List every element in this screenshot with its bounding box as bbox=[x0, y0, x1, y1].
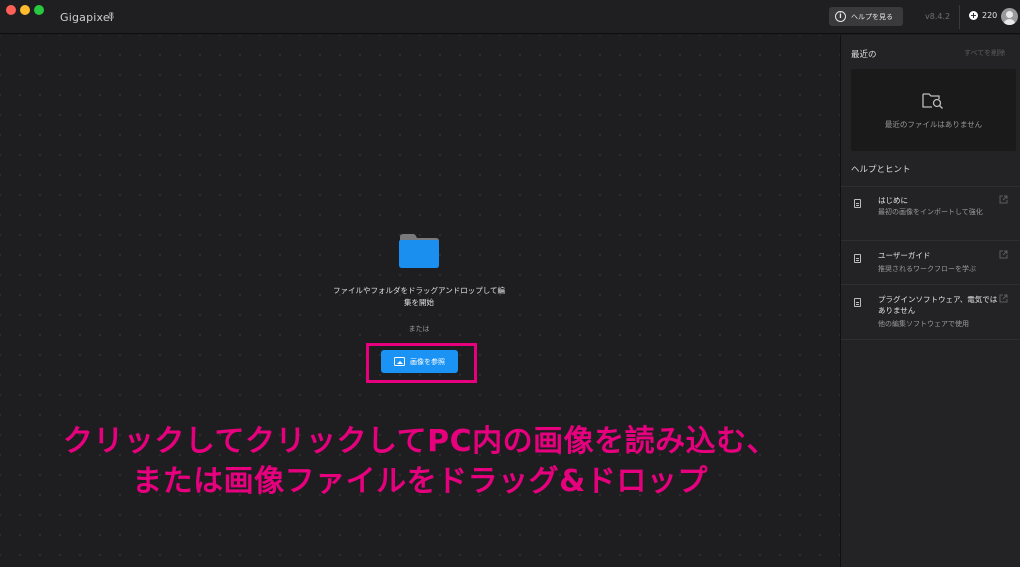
browse-button-label: 画像を参照 bbox=[410, 357, 445, 366]
titlebar-divider bbox=[959, 5, 960, 29]
annotation-line-2: または画像ファイルをドラッグ&ドロップ bbox=[132, 464, 708, 499]
divider bbox=[841, 240, 1020, 241]
help-item-description: 推奨されるワークフローを学ぶ bbox=[878, 265, 976, 273]
window-close-button[interactable] bbox=[6, 5, 16, 15]
external-link-icon bbox=[999, 250, 1008, 259]
external-link-icon bbox=[999, 294, 1008, 303]
annotation-line-1: クリックしてクリックしてPC内の画像を読み込む、 bbox=[62, 424, 778, 459]
document-icon bbox=[854, 199, 861, 208]
recent-files-panel: 最近のファイルはありません bbox=[851, 69, 1016, 151]
plus-circle-icon: + bbox=[969, 11, 978, 20]
folder-icon bbox=[399, 234, 439, 268]
window-zoom-button[interactable] bbox=[34, 5, 44, 15]
recent-section-title: 最近の bbox=[851, 50, 877, 60]
help-item-getting-started[interactable]: はじめに 最初の画像をインポートして強化 bbox=[841, 195, 1020, 243]
info-icon: i bbox=[835, 11, 846, 22]
folder-search-icon bbox=[922, 93, 943, 109]
sidebar: 最近の すべてを削除 最近のファイルはありません ヘルプとヒント はじめに 最初… bbox=[840, 35, 1020, 567]
help-tips-title: ヘルプとヒント bbox=[851, 165, 911, 175]
drop-instructions: ファイルやフォルダをドラッグアンドロップして編集を開始 bbox=[333, 286, 505, 307]
help-item-description: 他の編集ソフトウェアで使用 bbox=[878, 320, 969, 328]
help-item-user-guide[interactable]: ユーザーガイド 推奨されるワークフローを学ぶ bbox=[841, 250, 1020, 298]
recent-empty-message: 最近のファイルはありません bbox=[884, 120, 983, 129]
help-button[interactable]: i ヘルプを見る bbox=[829, 7, 903, 26]
version-label: v8.4.2 bbox=[925, 12, 951, 21]
window-minimize-button[interactable] bbox=[20, 5, 30, 15]
help-item-title: プラグインソフトウェア、電気ではありません bbox=[878, 295, 998, 315]
divider bbox=[841, 284, 1020, 285]
divider bbox=[841, 186, 1020, 187]
browse-images-button[interactable]: 画像を参照 bbox=[381, 350, 458, 373]
help-item-title: はじめに bbox=[878, 196, 908, 205]
avatar[interactable] bbox=[1001, 8, 1018, 25]
divider bbox=[841, 339, 1020, 340]
help-item-description: 最初の画像をインポートして強化 bbox=[878, 208, 983, 216]
document-icon bbox=[854, 254, 861, 263]
credits-count: 220 bbox=[982, 11, 998, 20]
app-title: Gigapixel bbox=[60, 11, 114, 24]
credits-counter[interactable]: + 220 bbox=[969, 11, 997, 20]
help-item-title: ユーザーガイド bbox=[878, 251, 931, 260]
app-version-badge: 8 bbox=[108, 11, 115, 22]
external-link-icon bbox=[999, 195, 1008, 204]
help-item-plugin-software[interactable]: プラグインソフトウェア、電気ではありません 他の編集ソフトウェアで使用 bbox=[841, 294, 1020, 342]
image-folder-icon bbox=[394, 357, 405, 366]
help-button-label: ヘルプを見る bbox=[851, 12, 893, 21]
document-icon bbox=[854, 298, 861, 307]
or-separator: または bbox=[408, 325, 430, 333]
clear-all-button[interactable]: すべてを削除 bbox=[964, 48, 1005, 58]
title-bar: Gigapixel 8 i ヘルプを見る v8.4.2 + 220 bbox=[0, 0, 1020, 34]
